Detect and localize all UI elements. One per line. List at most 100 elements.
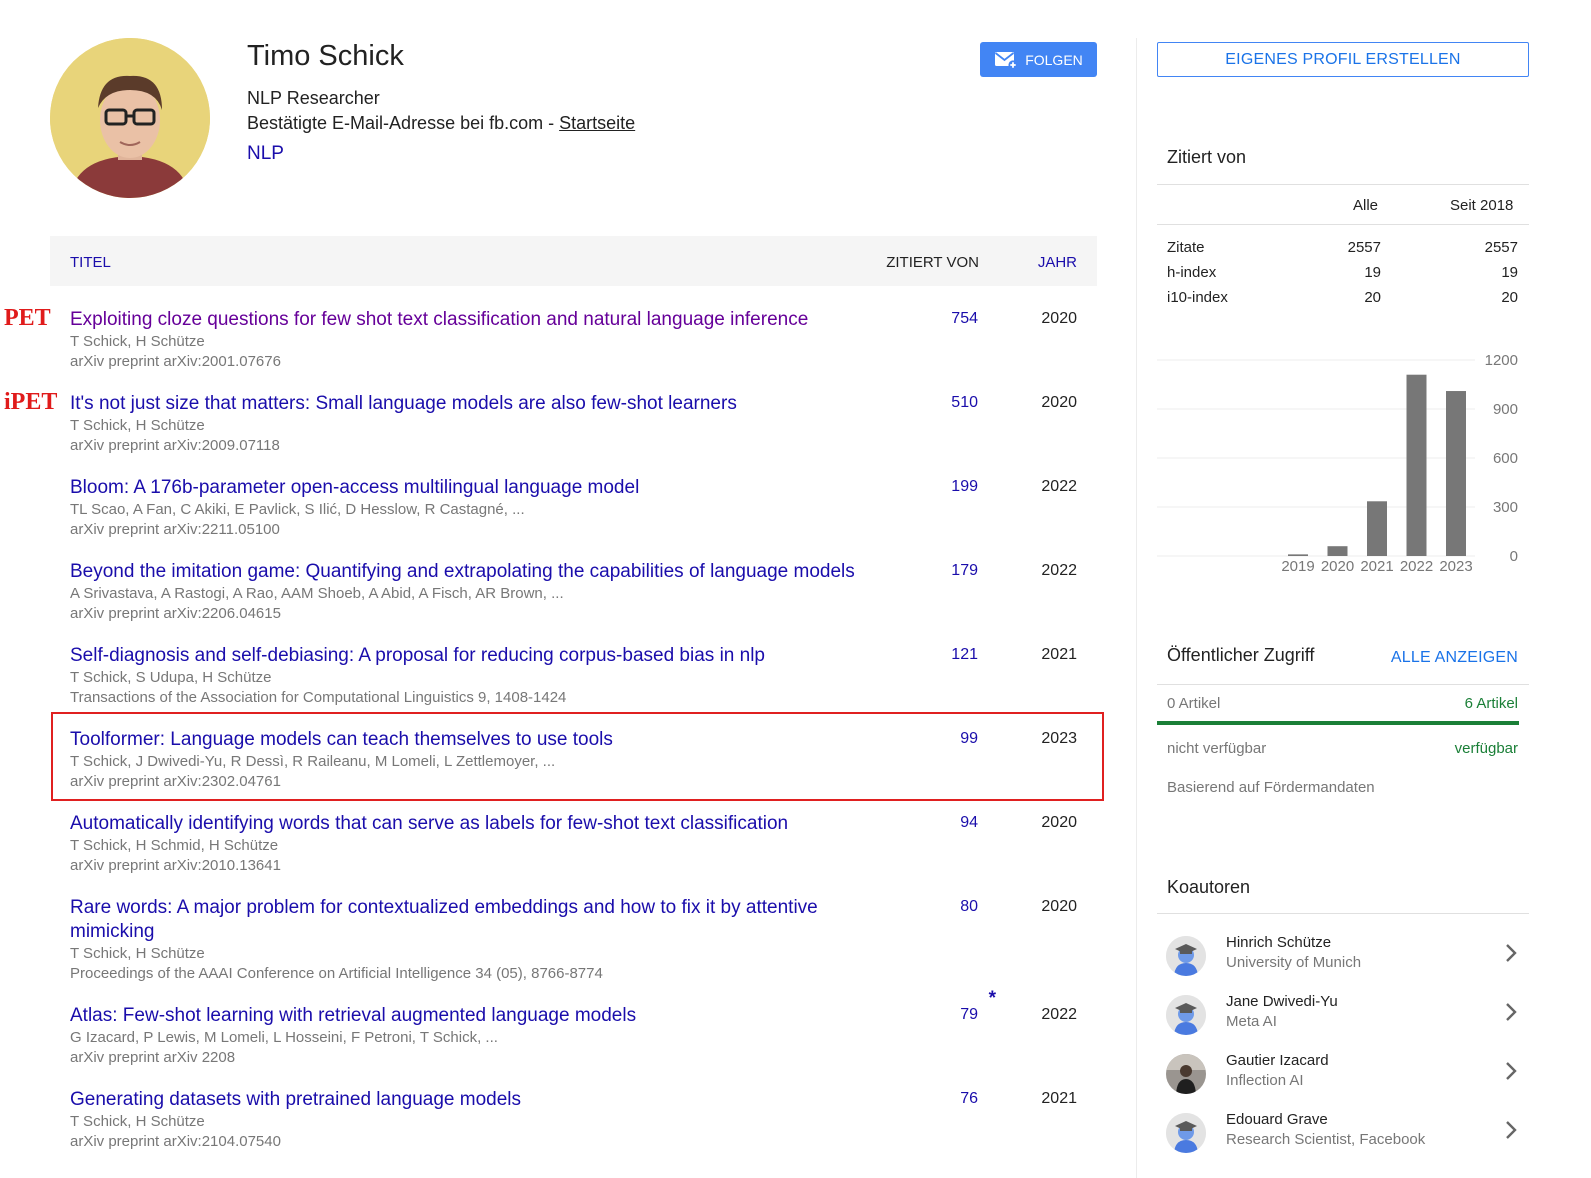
citation-count-link[interactable]: 754 <box>951 310 978 328</box>
interest-link[interactable]: NLP <box>247 143 284 165</box>
table-row: Generating datasets with pretrained lang… <box>70 1088 1100 1152</box>
chart-x-tick-label: 2023 <box>1439 558 1472 575</box>
coauthor-affiliation: Inflection AI <box>1226 1072 1304 1089</box>
create-profile-button[interactable]: EIGENES PROFIL ERSTELLEN <box>1157 42 1529 77</box>
publication-venue: arXiv preprint arXiv:2001.07676 <box>70 353 281 370</box>
publication-title[interactable]: Generating datasets with pretrained lang… <box>70 1088 870 1112</box>
chart-x-tick-label: 2019 <box>1281 558 1314 575</box>
chevron-right-icon <box>1506 1062 1517 1080</box>
unavailable-count: 0 Artikel <box>1167 695 1221 712</box>
citation-count-link[interactable]: 94 <box>960 814 978 832</box>
show-all-link[interactable]: ALLE ANZEIGEN <box>1391 649 1518 667</box>
access-progress-bar <box>1157 721 1519 725</box>
merged-citations-star[interactable]: * <box>989 988 996 1010</box>
publication-title[interactable]: Toolformer: Language models can teach th… <box>70 728 870 752</box>
column-title-header[interactable]: TITEL <box>70 254 111 271</box>
publication-year: 2022 <box>1041 562 1077 579</box>
public-access-title: Öffentlicher Zugriff <box>1167 645 1315 665</box>
table-row: Self-diagnosis and self-debiasing: A pro… <box>70 644 1100 708</box>
chevron-right-icon <box>1506 1003 1517 1021</box>
chart-bar[interactable] <box>1446 391 1466 556</box>
table-row: Beyond the imitation game: Quantifying a… <box>70 560 1100 624</box>
chart-bar[interactable] <box>1367 501 1387 556</box>
publication-year: 2020 <box>1041 394 1077 411</box>
coauthor-item[interactable]: Edouard Grave Research Scientist, Facebo… <box>1157 1109 1529 1167</box>
column-cited-header[interactable]: ZITIERT VON <box>886 254 979 271</box>
chevron-right-icon <box>1506 1121 1517 1139</box>
publication-title[interactable]: Bloom: A 176b-parameter open-access mult… <box>70 476 870 500</box>
citation-count-link[interactable]: 79 <box>960 1006 978 1024</box>
coauthor-item[interactable]: Gautier Izacard Inflection AI <box>1157 1050 1529 1108</box>
stat-label-citations: Zitate <box>1167 239 1205 256</box>
publication-title[interactable]: Rare words: A major problem for contextu… <box>70 896 860 944</box>
publication-year: 2022 <box>1041 1006 1077 1023</box>
chart-x-tick-label: 2021 <box>1360 558 1393 575</box>
publication-venue: arXiv preprint arXiv:2206.04615 <box>70 605 281 622</box>
chart-bar[interactable] <box>1406 374 1427 556</box>
stat-citations-since: 2557 <box>1484 239 1518 256</box>
publication-authors: A Srivastava, A Rastogi, A Rao, AAM Shoe… <box>70 585 564 602</box>
publication-year: 2020 <box>1041 898 1077 915</box>
publication-venue: arXiv preprint arXiv:2010.13641 <box>70 857 281 874</box>
stat-hindex-since: 19 <box>1501 264 1518 281</box>
mail-plus-icon <box>995 51 1018 70</box>
publication-venue: arXiv preprint arXiv:2009.07118 <box>70 437 280 454</box>
publication-title[interactable]: Exploiting cloze questions for few shot … <box>70 308 870 332</box>
chart-bar[interactable] <box>1327 546 1348 556</box>
publication-title[interactable]: Self-diagnosis and self-debiasing: A pro… <box>70 644 870 668</box>
publication-title[interactable]: Automatically identifying words that can… <box>70 812 890 836</box>
coauthor-name: Hinrich Schütze <box>1226 934 1332 951</box>
citation-count-link[interactable]: 76 <box>960 1090 978 1108</box>
table-row: It's not just size that matters: Small l… <box>70 392 1100 456</box>
stats-header-all: Alle <box>1353 197 1379 214</box>
available-count[interactable]: 6 Artikel <box>1465 695 1518 712</box>
coauthor-item[interactable]: Jane Dwivedi-Yu Meta AI <box>1157 991 1529 1049</box>
profile-affiliation: NLP Researcher <box>247 88 380 108</box>
homepage-link[interactable]: Startseite <box>559 113 635 133</box>
coauthor-affiliation: Research Scientist, Facebook <box>1226 1131 1426 1148</box>
column-divider <box>1136 38 1137 1178</box>
publication-authors: T Schick, H Schmid, H Schütze <box>70 837 279 854</box>
publication-title[interactable]: It's not just size that matters: Small l… <box>70 392 870 416</box>
chart-y-tick-label: 300 <box>1493 499 1518 516</box>
follow-button[interactable]: FOLGEN <box>980 42 1097 77</box>
publication-authors: T Schick, H Schütze <box>70 945 205 962</box>
stat-citations-all: 2557 <box>1347 239 1381 256</box>
annotation-pet: PET <box>4 305 51 331</box>
publication-title[interactable]: Beyond the imitation game: Quantifying a… <box>70 560 910 584</box>
publication-venue: arXiv preprint arXiv:2104.07540 <box>70 1133 281 1150</box>
chart-y-tick-label: 900 <box>1493 401 1518 418</box>
citation-count-link[interactable]: 179 <box>951 562 978 580</box>
publication-authors: TL Scao, A Fan, C Akiki, E Pavlick, S Il… <box>70 501 525 518</box>
annotation-ipet: iPET <box>4 389 58 415</box>
table-row: Toolformer: Language models can teach th… <box>70 728 1100 792</box>
citation-count-link[interactable]: 121 <box>951 646 978 664</box>
available-label: verfügbar <box>1454 740 1518 757</box>
citations-per-year-chart: 0 300 600 900 1200 2019 2020 2021 2022 2023 <box>1157 348 1529 588</box>
publication-venue: arXiv preprint arXiv:2211.05100 <box>70 521 280 538</box>
email-text: Bestätigte E-Mail-Adresse bei fb.com - <box>247 113 560 133</box>
publication-year: 2020 <box>1041 310 1077 327</box>
stats-header-since: Seit 2018 <box>1450 197 1514 214</box>
publication-authors: G Izacard, P Lewis, M Lomeli, L Hosseini… <box>70 1029 498 1046</box>
coauthor-affiliation: University of Munich <box>1226 954 1362 971</box>
citation-count-link[interactable]: 80 <box>960 898 978 916</box>
chart-bar[interactable] <box>1288 554 1308 556</box>
table-row: Bloom: A 176b-parameter open-access mult… <box>70 476 1100 540</box>
stat-i10index-since: 20 <box>1501 289 1518 306</box>
coauthor-photo <box>1166 1054 1206 1094</box>
coauthor-name: Gautier Izacard <box>1226 1052 1329 1069</box>
access-note: Basierend auf Fördermandaten <box>1167 779 1375 796</box>
publication-title[interactable]: Atlas: Few-shot learning with retrieval … <box>70 1004 870 1028</box>
coauthor-item[interactable]: Hinrich Schütze University of Munich <box>1157 932 1529 990</box>
citation-count-link[interactable]: 99 <box>960 730 978 748</box>
divider <box>1157 224 1529 225</box>
divider <box>1157 184 1529 185</box>
citation-count-link[interactable]: 199 <box>951 478 978 496</box>
coauthors-title: Koautoren <box>1167 877 1251 897</box>
citation-count-link[interactable]: 510 <box>951 394 978 412</box>
publication-authors: T Schick, H Schütze <box>70 333 205 350</box>
column-year-header[interactable]: JAHR <box>1038 254 1077 271</box>
publication-authors: T Schick, H Schütze <box>70 1113 205 1130</box>
publication-authors: T Schick, J Dwivedi-Yu, R Dessì, R Raile… <box>70 753 556 770</box>
